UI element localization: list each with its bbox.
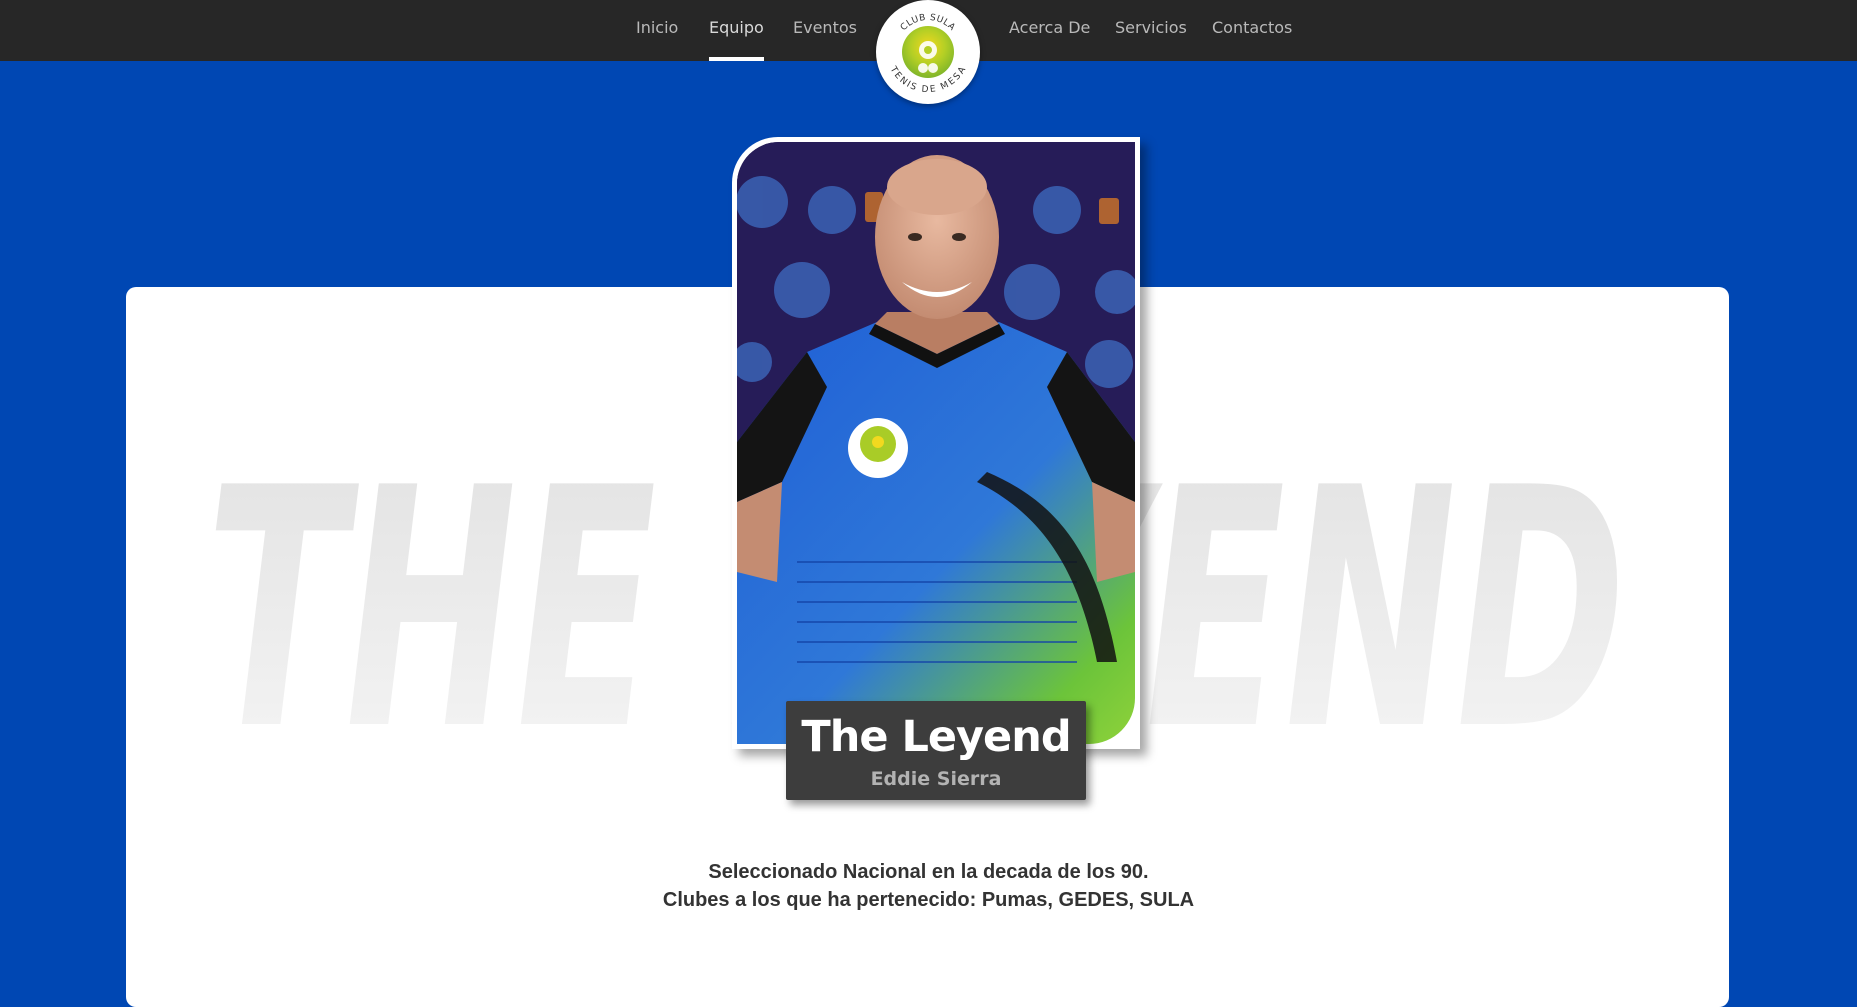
photo-corner <box>1089 698 1135 744</box>
nav-link-acerca-de[interactable]: Acerca De <box>1009 0 1090 61</box>
nav-link-eventos[interactable]: Eventos <box>793 0 857 61</box>
nav-link-servicios[interactable]: Servicios <box>1115 0 1187 61</box>
bio-line-national-team: Seleccionado Nacional en la decada de lo… <box>708 861 1149 883</box>
player-photo <box>737 142 1135 744</box>
club-logo-icon: CLUB SULA TENIS DE MESA <box>879 3 977 101</box>
bio-line-clubs: Clubes a los que ha pertenecido: Pumas, … <box>662 889 1195 911</box>
player-title: The Leyend <box>801 712 1071 762</box>
player-bio: Seleccionado Nacional en la decada de lo… <box>500 858 1357 914</box>
club-logo[interactable]: CLUB SULA TENIS DE MESA <box>876 0 980 104</box>
player-portrait-image <box>737 142 1135 744</box>
player-name: Eddie Sierra <box>870 768 1002 790</box>
nav-link-inicio[interactable]: Inicio <box>636 0 678 61</box>
player-photo-frame <box>732 137 1140 749</box>
player-nameplate: The Leyend Eddie Sierra <box>786 701 1086 800</box>
nav-link-equipo[interactable]: Equipo <box>709 0 764 61</box>
nav-link-contactos[interactable]: Contactos <box>1212 0 1292 61</box>
